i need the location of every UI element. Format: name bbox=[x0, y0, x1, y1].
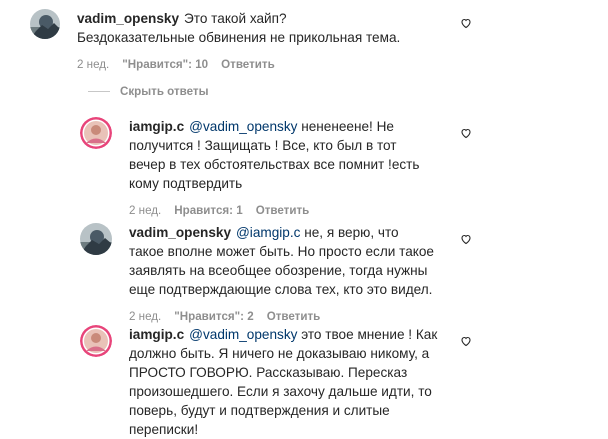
comment-mention[interactable]: @iamgip.c bbox=[236, 225, 300, 240]
comment-mention[interactable]: @vadim_opensky bbox=[189, 327, 297, 342]
comment-text: iamgip.c @vadim_opensky это твое мнение !… bbox=[129, 325, 439, 439]
comment-time[interactable]: 2 нед. bbox=[129, 310, 161, 323]
comment-2: iamgip.c @vadim_opensky нененеене! Не пол… bbox=[80, 117, 429, 217]
comment-username[interactable]: vadim_opensky bbox=[129, 225, 231, 240]
hide-replies-divider bbox=[88, 91, 110, 92]
comment-text: vadim_opensky Это такой хайп? Бездоказате… bbox=[77, 9, 407, 47]
comment-username[interactable]: iamgip.c bbox=[129, 327, 184, 342]
comment-time[interactable]: 2 нед. bbox=[129, 204, 161, 217]
comment-likes[interactable]: "Нравится": 10 bbox=[122, 58, 208, 71]
avatar-vadim-opensky[interactable] bbox=[80, 223, 112, 255]
heart-outline-icon[interactable] bbox=[460, 233, 472, 245]
comment-mention[interactable]: @vadim_opensky bbox=[189, 119, 297, 134]
avatar-image bbox=[80, 223, 112, 255]
reply-button[interactable]: Ответить bbox=[256, 204, 310, 217]
comment-username[interactable]: iamgip.c bbox=[129, 119, 184, 134]
comment-likes[interactable]: Нравится: 1 bbox=[174, 204, 242, 217]
avatar-iamgip-c[interactable] bbox=[80, 117, 112, 149]
comment-1: vadim_opensky Это такой хайп? Бездоказате… bbox=[30, 9, 407, 71]
reply-button[interactable]: Ответить bbox=[267, 310, 321, 323]
comment-4: iamgip.c @vadim_opensky это твое мнение !… bbox=[80, 325, 439, 439]
avatar-vadim-opensky[interactable] bbox=[30, 9, 60, 39]
avatar-image bbox=[80, 325, 112, 357]
comment-username[interactable]: vadim_opensky bbox=[77, 11, 179, 26]
comment-3: vadim_opensky @iamgip.c не, я верю, что т… bbox=[80, 223, 434, 323]
hide-replies-button[interactable]: Скрыть ответы bbox=[88, 85, 209, 98]
comment-time[interactable]: 2 нед. bbox=[77, 58, 109, 71]
hide-replies-label: Скрыть ответы bbox=[120, 85, 209, 98]
comment-text: iamgip.c @vadim_opensky нененеене! Не пол… bbox=[129, 117, 429, 193]
comment-meta: 2 нед. "Нравится": 10 Ответить bbox=[77, 58, 407, 71]
comment-text: vadim_opensky @iamgip.c не, я верю, что т… bbox=[129, 223, 434, 299]
reply-button[interactable]: Ответить bbox=[221, 58, 275, 71]
avatar-image bbox=[30, 9, 60, 39]
heart-outline-icon[interactable] bbox=[460, 127, 472, 139]
avatar-iamgip-c[interactable] bbox=[80, 325, 112, 357]
heart-outline-icon[interactable] bbox=[460, 17, 472, 29]
comment-likes[interactable]: "Нравится": 2 bbox=[174, 310, 253, 323]
comment-body: это твое мнение ! Как должно быть. Я нич… bbox=[129, 327, 438, 437]
avatar-image bbox=[80, 117, 112, 149]
heart-outline-icon[interactable] bbox=[460, 335, 472, 347]
comment-meta: 2 нед. Нравится: 1 Ответить bbox=[129, 204, 429, 217]
comment-meta: 2 нед. "Нравится": 2 Ответить bbox=[129, 310, 434, 323]
